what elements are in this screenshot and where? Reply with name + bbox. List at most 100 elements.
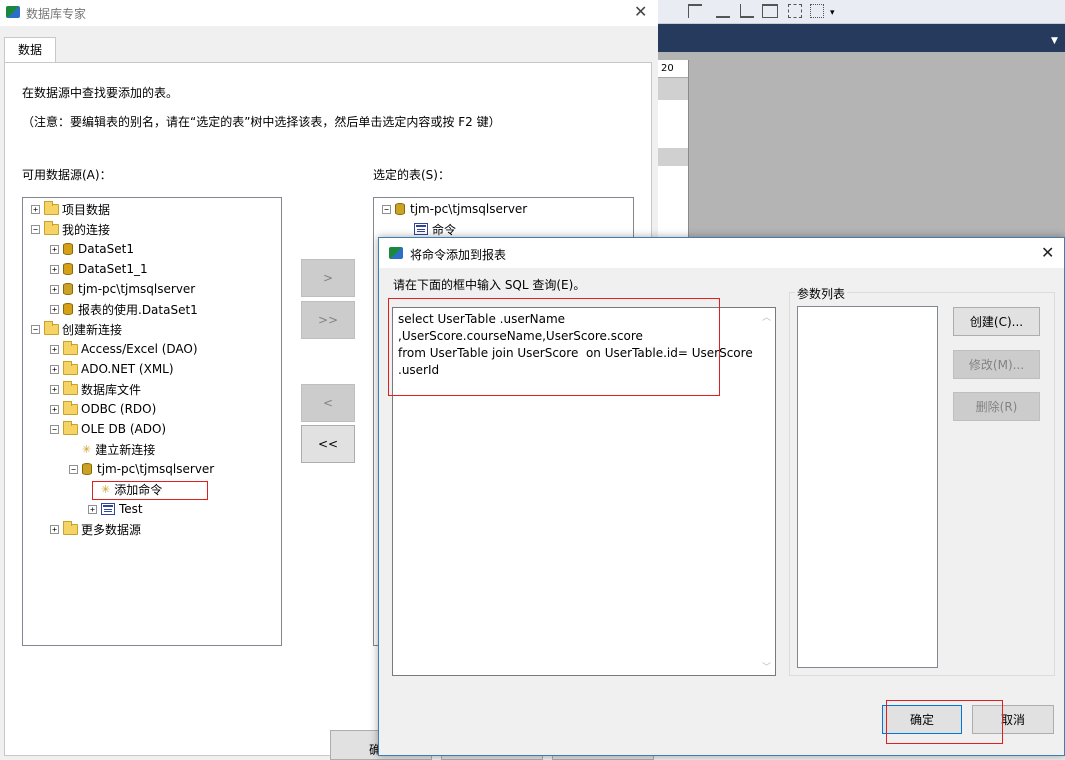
folder-icon	[44, 200, 59, 215]
tab-data-label: 数据	[17, 43, 42, 57]
folder-icon	[63, 420, 78, 435]
modify-label: 修改(M)...	[968, 358, 1025, 372]
move-all-right-button[interactable]: >>	[301, 301, 355, 339]
expand-icon[interactable]: +	[50, 264, 59, 274]
tree-item[interactable]: − 创建新连接	[31, 319, 122, 339]
collapse-icon[interactable]: −	[382, 204, 391, 214]
dialog-cancel-label: 取消	[1000, 713, 1025, 727]
tree-item-label: tjm-pc\tjmsqlserver	[97, 462, 215, 476]
tree-item[interactable]: + 数据库文件	[50, 379, 141, 399]
new-connection-icon: ✳	[82, 442, 92, 456]
tree-item[interactable]: + tjm-pc\tjmsqlserver	[50, 279, 195, 299]
expand-icon[interactable]: +	[50, 344, 59, 354]
server-icon	[82, 463, 92, 475]
tree-item-label: 建立新连接	[95, 442, 156, 457]
move-all-left-button[interactable]: <<	[301, 425, 355, 463]
expand-icon[interactable]: +	[50, 244, 59, 254]
tree-item[interactable]: − OLE DB (ADO)	[50, 419, 166, 439]
collapse-icon[interactable]: −	[69, 464, 78, 474]
highlight-sql-query	[388, 298, 720, 396]
move-all-right-label: >>	[317, 313, 339, 327]
expand-icon[interactable]: +	[50, 384, 59, 394]
note-text: （注意：要编辑表的别名，请在“选定的表”树中选择该表，然后单击选定内容或按 F2…	[22, 115, 501, 129]
create-label: 创建(C)...	[969, 315, 1024, 329]
expand-icon[interactable]: +	[50, 524, 59, 534]
delete-button[interactable]: 删除(R)	[953, 392, 1040, 421]
tree-item[interactable]: + DataSet1	[50, 239, 134, 259]
selected-label: 选定的表(S)：	[373, 168, 450, 182]
folder-icon	[63, 520, 78, 535]
toolbar-icon[interactable]	[762, 4, 778, 18]
params-label: 参数列表	[795, 285, 848, 302]
expand-icon[interactable]: +	[50, 364, 59, 374]
dropdown-arrow-icon[interactable]: ▾	[830, 8, 835, 18]
tree-item[interactable]: + Access/Excel (DAO)	[50, 339, 198, 359]
tree-item-label: tjm-pc\tjmsqlserver	[78, 282, 196, 296]
toolbar-icon[interactable]	[740, 4, 754, 18]
create-button[interactable]: 创建(C)...	[953, 307, 1040, 336]
tree-item-label: ADO.NET (XML)	[81, 362, 174, 376]
tree-item[interactable]: + ODBC (RDO)	[50, 399, 156, 419]
folder-icon	[63, 400, 78, 415]
expand-icon[interactable]: +	[31, 204, 40, 214]
tree-item[interactable]: − 我的连接	[31, 219, 110, 239]
instruction-text: 在数据源中查找要添加的表。	[22, 86, 179, 100]
design-surface-separator	[688, 60, 689, 240]
vertical-scrollbar[interactable]: ︿ ﹀	[758, 308, 775, 675]
ruler: 20	[658, 60, 688, 78]
scroll-up-icon[interactable]: ︿	[762, 310, 771, 323]
tree-item-label: Test	[119, 502, 143, 516]
tree-item[interactable]: + 报表的使用.DataSet1	[50, 299, 198, 319]
available-label: 可用数据源(A)：	[22, 168, 112, 182]
title-bar: 数据库专家 ✕	[0, 0, 658, 26]
database-icon	[63, 243, 73, 255]
database-icon	[63, 263, 73, 275]
expand-icon[interactable]: +	[88, 504, 97, 514]
tree-item[interactable]: + 更多数据源	[50, 519, 141, 539]
expand-icon[interactable]: +	[50, 304, 59, 314]
available-tree[interactable]: + 项目数据 − 我的连接 + DataSet1 + DataSet1_1 + tjm-pc\tj…	[22, 197, 282, 646]
tree-item-label: 创建新连接	[62, 322, 123, 337]
toolbar-icon[interactable]	[788, 4, 802, 18]
chevron-down-icon[interactable]: ▼	[1051, 36, 1058, 46]
server-icon	[395, 203, 405, 215]
expand-icon[interactable]: +	[50, 284, 59, 294]
collapse-icon[interactable]: −	[31, 224, 40, 234]
params-list[interactable]	[797, 306, 938, 668]
command-icon	[414, 223, 428, 235]
collapse-icon[interactable]: −	[50, 424, 59, 434]
tree-item-label: 报表的使用.DataSet1	[78, 302, 198, 317]
tree-item-label: ODBC (RDO)	[81, 402, 157, 416]
tree-item-label: DataSet1	[78, 242, 134, 256]
scroll-down-icon[interactable]: ﹀	[762, 660, 771, 673]
collapse-icon[interactable]: −	[31, 324, 40, 334]
tree-item[interactable]: − tjm-pc\tjmsqlserver	[69, 459, 214, 479]
tree-item[interactable]: ✳ 建立新连接	[69, 439, 155, 459]
tree-item[interactable]: − tjm-pc\tjmsqlserver	[382, 199, 527, 219]
folder-icon	[44, 220, 59, 235]
ide-toolbar: ▾	[658, 0, 1065, 24]
tree-item[interactable]: + Test	[88, 499, 143, 519]
close-icon[interactable]: ✕	[1041, 243, 1054, 262]
highlight-add-command	[92, 481, 208, 500]
tree-item[interactable]: + DataSet1_1	[50, 259, 148, 279]
tab-data[interactable]: 数据	[4, 37, 56, 63]
tree-item-label: 命令	[432, 222, 457, 237]
tree-item[interactable]: + ADO.NET (XML)	[50, 359, 174, 379]
toolbar-icon[interactable]	[688, 4, 702, 18]
folder-icon	[63, 340, 78, 355]
folder-icon	[63, 360, 78, 375]
command-icon	[101, 503, 115, 515]
move-right-button[interactable]: >	[301, 259, 355, 297]
toolbar-icon[interactable]	[810, 4, 824, 18]
toolbar-icon[interactable]	[716, 4, 730, 18]
close-icon[interactable]: ✕	[634, 2, 647, 21]
dialog-title: 将命令添加到报表	[410, 248, 507, 262]
tree-item[interactable]: 命令	[401, 219, 456, 239]
expand-icon[interactable]: +	[50, 404, 59, 414]
section-band	[658, 148, 688, 166]
tree-item[interactable]: + 项目数据	[31, 199, 110, 219]
modify-button[interactable]: 修改(M)...	[953, 350, 1040, 379]
tree-item-label: 项目数据	[62, 202, 111, 217]
move-left-button[interactable]: <	[301, 384, 355, 422]
